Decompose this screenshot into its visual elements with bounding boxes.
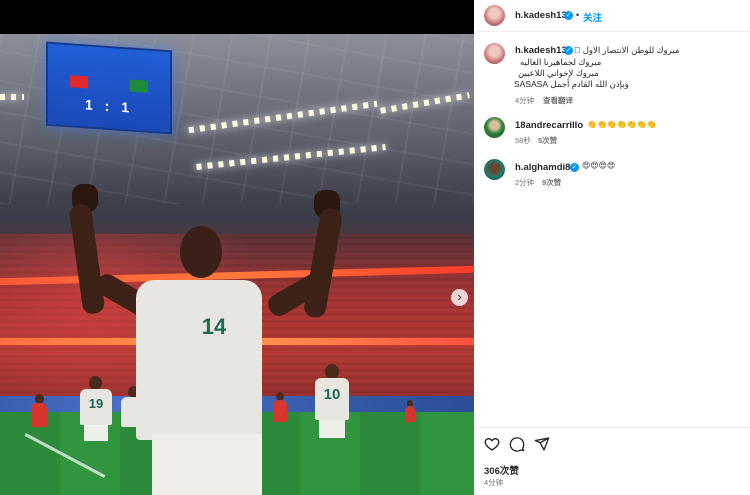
- flag-left: [70, 75, 88, 89]
- verified-badge-icon: ✓: [564, 11, 573, 20]
- background-player: [404, 400, 416, 444]
- caption-author-username[interactable]: h.kadesh13: [515, 45, 567, 56]
- verified-badge-icon: ✓: [570, 163, 579, 172]
- post-side-panel: h.kadesh13 ✓ • 关注 h.kadesh13 ✓ مبروك للو…: [474, 0, 750, 495]
- see-translation-link[interactable]: 查看翻译: [543, 95, 573, 106]
- next-image-button[interactable]: ›: [451, 289, 468, 306]
- caption-line: وبإذن الله القادم أجمل SASASA: [514, 79, 629, 89]
- caption-line: مبروك للوطن الانتصار الاول 🏻: [574, 45, 680, 55]
- heart-outline-icon[interactable]: [484, 436, 500, 452]
- caption-line: مبروك لجماهيرنا الغاليه: [520, 57, 602, 67]
- commenter-avatar[interactable]: [484, 117, 505, 138]
- author-username[interactable]: h.kadesh13: [515, 10, 567, 21]
- author-avatar[interactable]: [484, 5, 505, 26]
- flag-right: [130, 79, 148, 93]
- comment-text: 👏👏👏👏👏👏👏: [587, 120, 657, 129]
- scoreboard-score: 1 : 1: [84, 96, 133, 116]
- paper-plane-icon[interactable]: [534, 436, 550, 452]
- top-bar: [0, 0, 474, 34]
- post-time: 4分钟: [484, 478, 504, 487]
- caption-line: مبروك لإخواني اللاعبين: [518, 68, 599, 78]
- separator-dot: •: [576, 10, 580, 20]
- verified-badge-icon: ✓: [564, 46, 573, 55]
- comment-bubble-icon[interactable]: [509, 436, 525, 452]
- comment-username[interactable]: 18andrecarrillo: [515, 120, 583, 131]
- follow-button[interactable]: 关注: [583, 10, 602, 24]
- main-jersey-number: 14: [201, 314, 227, 339]
- commenter-avatar[interactable]: [484, 159, 505, 180]
- stadium-scoreboard: 1 : 1: [46, 41, 172, 135]
- comment-time: 58秒: [515, 136, 531, 145]
- caption-author-avatar[interactable]: [484, 43, 505, 64]
- comment-text: 😍😍😍😍: [582, 161, 616, 170]
- comment-likes[interactable]: 5次赞: [538, 135, 557, 146]
- comment-time: 2分钟: [515, 178, 535, 187]
- comment-likes[interactable]: 9次赞: [542, 177, 561, 188]
- main-player: 14: [66, 184, 346, 495]
- likes-count[interactable]: 306次赞: [484, 463, 519, 477]
- comment-username[interactable]: h.alghamdi8: [515, 162, 570, 173]
- divider: [474, 427, 750, 428]
- caption-time: 4分钟: [515, 96, 535, 105]
- stadium-lights: [0, 94, 24, 100]
- post-photo[interactable]: 1 : 1 19 10 14 ›: [0, 34, 474, 495]
- post-header: h.kadesh13 ✓ • 关注: [474, 0, 750, 32]
- background-player: [30, 394, 48, 464]
